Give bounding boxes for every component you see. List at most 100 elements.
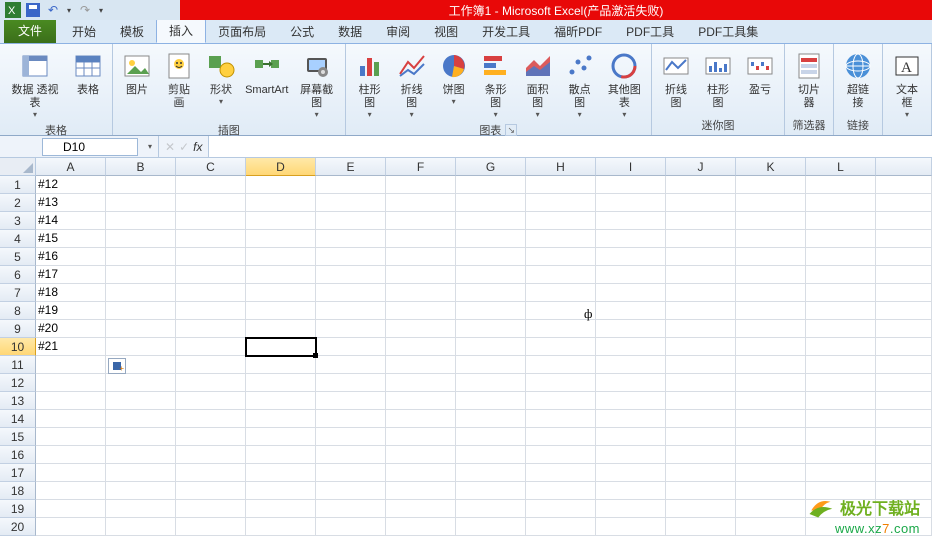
cell[interactable] — [806, 284, 876, 302]
cell[interactable] — [106, 248, 176, 266]
cell[interactable] — [176, 230, 246, 248]
cell[interactable] — [876, 248, 932, 266]
row-header[interactable]: 6 — [0, 266, 36, 284]
cell[interactable] — [806, 176, 876, 194]
cell[interactable] — [736, 482, 806, 500]
cell[interactable] — [36, 500, 106, 518]
cell[interactable] — [386, 176, 456, 194]
cell[interactable] — [456, 500, 526, 518]
smartart-button[interactable]: SmartArt — [243, 48, 291, 99]
cell[interactable] — [176, 266, 246, 284]
column-header[interactable]: B — [106, 158, 176, 176]
cell[interactable] — [876, 356, 932, 374]
cell[interactable] — [176, 392, 246, 410]
cell[interactable]: #20 — [36, 320, 106, 338]
cell[interactable] — [876, 338, 932, 356]
cell[interactable] — [176, 302, 246, 320]
cell[interactable] — [456, 194, 526, 212]
cell[interactable] — [526, 518, 596, 536]
cell[interactable] — [386, 284, 456, 302]
cell[interactable] — [386, 194, 456, 212]
cell[interactable] — [316, 194, 386, 212]
cell[interactable] — [246, 176, 316, 194]
cell[interactable] — [876, 392, 932, 410]
cell[interactable] — [106, 266, 176, 284]
cell[interactable] — [106, 446, 176, 464]
cell[interactable] — [316, 482, 386, 500]
cell[interactable] — [526, 392, 596, 410]
cell[interactable] — [386, 518, 456, 536]
cell[interactable] — [876, 320, 932, 338]
cell[interactable] — [666, 320, 736, 338]
cell[interactable] — [246, 518, 316, 536]
tab-foxit-pdf[interactable]: 福昕PDF — [542, 20, 614, 43]
undo-icon[interactable]: ↶ — [44, 2, 62, 18]
cell[interactable] — [316, 356, 386, 374]
cell[interactable] — [596, 446, 666, 464]
cell[interactable] — [36, 410, 106, 428]
row-header[interactable]: 2 — [0, 194, 36, 212]
cell[interactable] — [456, 356, 526, 374]
row-header[interactable]: 16 — [0, 446, 36, 464]
cell[interactable] — [526, 230, 596, 248]
cell[interactable] — [806, 194, 876, 212]
cell[interactable] — [876, 266, 932, 284]
select-all-cell[interactable] — [0, 158, 36, 176]
cell[interactable] — [456, 482, 526, 500]
cell[interactable] — [876, 374, 932, 392]
cell[interactable] — [666, 482, 736, 500]
cell[interactable] — [666, 230, 736, 248]
cell[interactable] — [806, 392, 876, 410]
cell[interactable] — [736, 374, 806, 392]
cell[interactable] — [176, 194, 246, 212]
cell[interactable] — [876, 230, 932, 248]
cell[interactable] — [386, 446, 456, 464]
cell[interactable] — [456, 446, 526, 464]
cell[interactable] — [386, 212, 456, 230]
column-header[interactable]: I — [596, 158, 666, 176]
cell[interactable] — [106, 284, 176, 302]
cell[interactable] — [316, 446, 386, 464]
cell[interactable] — [36, 356, 106, 374]
cell[interactable] — [666, 356, 736, 374]
cell[interactable] — [666, 248, 736, 266]
cell[interactable] — [596, 464, 666, 482]
undo-dropdown-icon[interactable]: ▾ — [64, 2, 74, 18]
cell[interactable] — [526, 428, 596, 446]
column-header[interactable]: D — [246, 158, 316, 176]
cell[interactable] — [246, 194, 316, 212]
cell[interactable] — [386, 356, 456, 374]
cell[interactable] — [666, 194, 736, 212]
cell[interactable] — [666, 392, 736, 410]
cell[interactable] — [526, 320, 596, 338]
cell[interactable] — [596, 482, 666, 500]
cell[interactable] — [246, 230, 316, 248]
cell[interactable] — [36, 482, 106, 500]
cell[interactable] — [106, 302, 176, 320]
cell[interactable] — [386, 338, 456, 356]
cell[interactable] — [596, 320, 666, 338]
cell[interactable] — [736, 518, 806, 536]
cell[interactable] — [106, 500, 176, 518]
cell[interactable] — [106, 428, 176, 446]
cell[interactable] — [876, 446, 932, 464]
screenshot-button[interactable]: 屏幕截图▾ — [293, 48, 341, 121]
cell[interactable] — [596, 356, 666, 374]
cell[interactable] — [806, 356, 876, 374]
cell[interactable]: #21 — [36, 338, 106, 356]
cell[interactable] — [106, 374, 176, 392]
cell[interactable] — [526, 212, 596, 230]
cell[interactable] — [176, 176, 246, 194]
cell[interactable] — [36, 374, 106, 392]
cell[interactable] — [526, 500, 596, 518]
row-header[interactable]: 9 — [0, 320, 36, 338]
cell[interactable] — [736, 230, 806, 248]
cell[interactable] — [246, 392, 316, 410]
row-header[interactable]: 1 — [0, 176, 36, 194]
column-header[interactable]: J — [666, 158, 736, 176]
cell[interactable] — [456, 230, 526, 248]
cell[interactable] — [736, 464, 806, 482]
cell[interactable] — [526, 356, 596, 374]
row-header[interactable]: 18 — [0, 482, 36, 500]
pivot-button[interactable]: 数据 透视表▾ — [4, 48, 66, 121]
